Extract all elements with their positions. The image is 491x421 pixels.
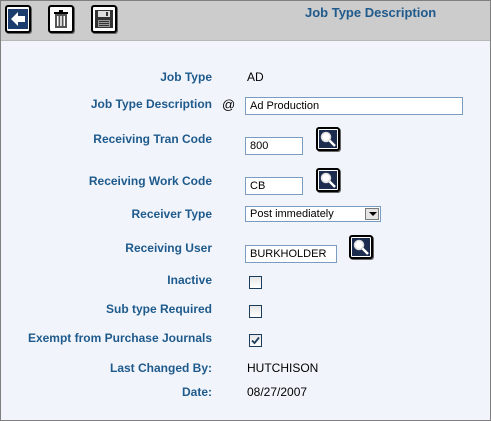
magnifier-icon (319, 171, 337, 189)
job-type-description-label: Job Type Description (90, 97, 212, 111)
job-type-value: AD (247, 70, 264, 84)
receiver-type-label: Receiver Type (131, 207, 213, 221)
trash-icon (54, 10, 68, 28)
receiving-tran-code-input[interactable] (245, 137, 303, 155)
last-changed-by-label: Last Changed By: (109, 361, 212, 375)
checkmark-icon (251, 336, 260, 345)
receiving-user-input[interactable] (245, 245, 337, 263)
inactive-label: Inactive (167, 273, 212, 287)
last-changed-by-value: HUTCHISON (247, 361, 319, 375)
chevron-down-icon[interactable] (365, 208, 379, 220)
receiving-work-code-lookup-button[interactable] (316, 168, 340, 192)
job-type-description-input[interactable] (245, 97, 463, 115)
receiver-type-selected-value: Post immediately (250, 208, 334, 220)
arrow-left-icon (8, 9, 28, 29)
sub-type-required-checkbox[interactable] (249, 305, 262, 318)
delete-button[interactable] (48, 5, 74, 33)
sub-type-required-label: Sub type Required (105, 302, 212, 316)
date-value: 08/27/2007 (247, 385, 308, 399)
receiving-user-lookup-button[interactable] (349, 235, 373, 259)
date-label: Date: (181, 385, 212, 399)
receiving-tran-code-lookup-button[interactable] (316, 127, 340, 151)
receiving-tran-code-label: Receiving Tran Code (93, 132, 212, 146)
inactive-checkbox[interactable] (249, 276, 262, 289)
receiving-user-label: Receiving User (125, 241, 212, 255)
back-button[interactable] (5, 5, 31, 33)
save-button[interactable] (91, 5, 117, 33)
exempt-from-purchase-journals-label: Exempt from Purchase Journals (27, 331, 212, 345)
window-frame: Job Type Description Job Type AD Job Typ… (0, 0, 491, 421)
receiving-work-code-input[interactable] (245, 177, 303, 195)
magnifier-icon (352, 238, 370, 256)
page-title: Job Type Description (305, 5, 437, 20)
magnifier-icon (319, 130, 337, 148)
job-type-label: Job Type (160, 70, 212, 84)
receiver-type-select[interactable]: Post immediately (245, 206, 381, 222)
required-marker: @ (222, 97, 236, 112)
floppy-disk-icon (95, 10, 113, 28)
exempt-from-purchase-journals-checkbox[interactable] (249, 334, 262, 347)
receiving-work-code-label: Receiving Work Code (88, 174, 212, 188)
toolbar: Job Type Description (1, 1, 490, 41)
